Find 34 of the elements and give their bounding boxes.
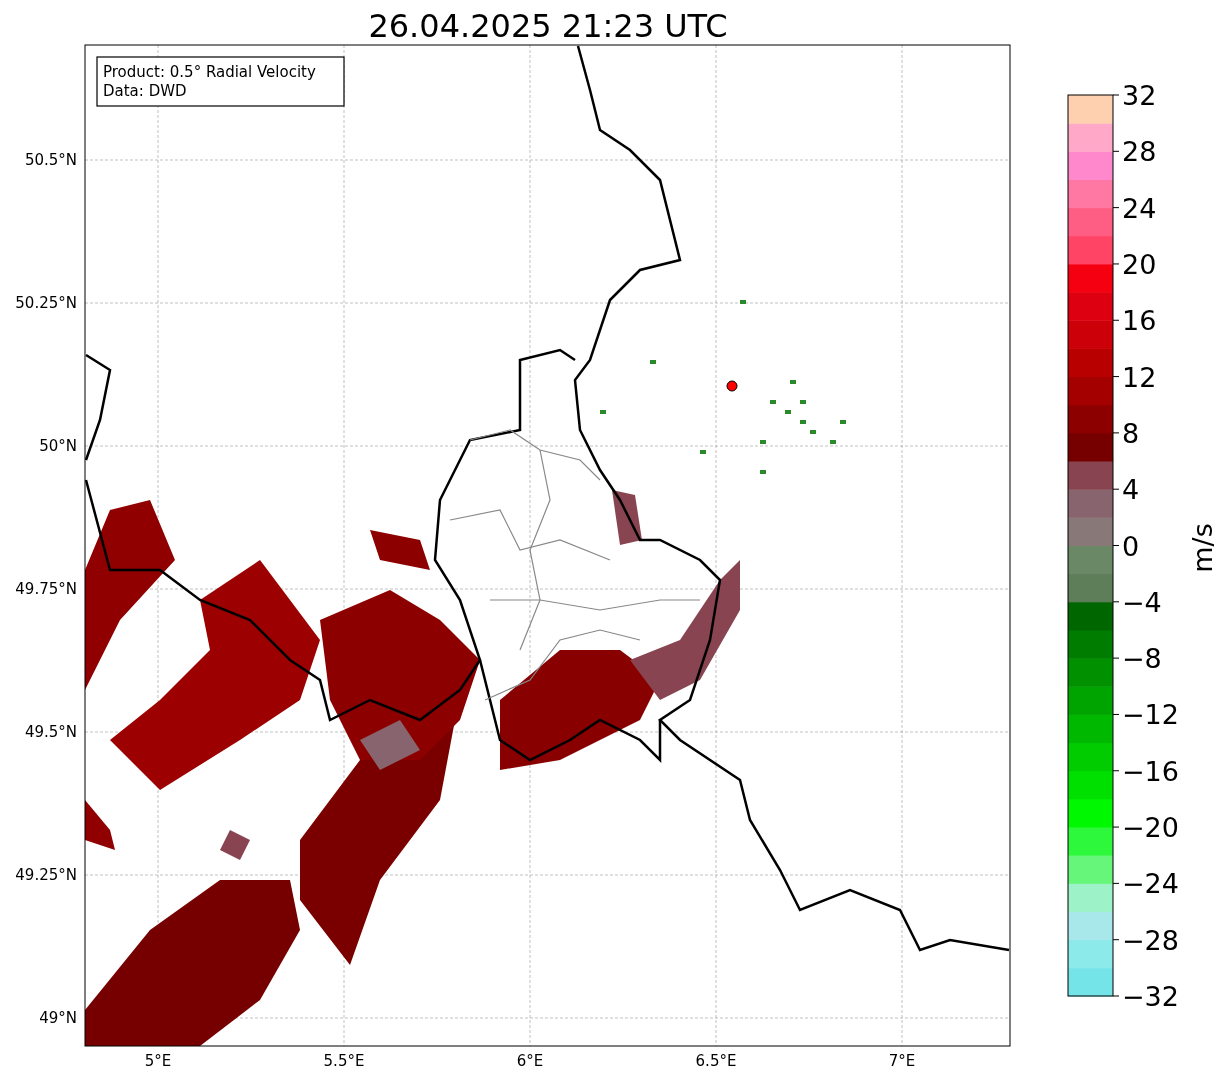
longitude-label: 7°E xyxy=(888,1052,916,1070)
latitude-label: 49.5°N xyxy=(24,723,77,741)
latitude-label: 50.25°N xyxy=(15,294,77,312)
colorbar-unit-label: m/s xyxy=(1187,523,1218,573)
colorbar-tick-label: −8 xyxy=(1122,643,1162,675)
colorbar-tick-label: 28 xyxy=(1122,136,1157,168)
colorbar-tick-label: −4 xyxy=(1122,586,1162,618)
colorbar-tick-label: −12 xyxy=(1122,699,1179,731)
colorbar-tick-label: 32 xyxy=(1122,80,1157,111)
legend-text: Data: DWD xyxy=(103,82,187,100)
colorbar-tick-label: −28 xyxy=(1122,924,1179,956)
colorbar-tick-label: −20 xyxy=(1122,812,1179,844)
colorbar-tick-label: −32 xyxy=(1122,981,1179,1012)
colorbar-tick-label: 16 xyxy=(1122,305,1157,337)
colorbar-tick-label: 20 xyxy=(1122,248,1157,280)
colorbar-tick-label: 0 xyxy=(1122,530,1140,562)
latitude-label: 50.5°N xyxy=(24,151,77,169)
latitude-label: 49°N xyxy=(39,1009,77,1027)
colorbar-tick-label: 24 xyxy=(1122,192,1157,224)
longitude-label: 5.5°E xyxy=(323,1052,365,1070)
legend-text: Product: 0.5° Radial Velocity xyxy=(103,63,316,81)
latitude-label: 49.25°N xyxy=(15,866,77,884)
longitude-label: 6°E xyxy=(516,1052,544,1070)
chart-title: 26.04.2025 21:23 UTC xyxy=(368,7,728,45)
colorbar-tick-label: 12 xyxy=(1122,361,1157,393)
latitude-label: 49.75°N xyxy=(15,580,77,598)
longitude-label: 5°E xyxy=(144,1052,172,1070)
colorbar-tick-label: 8 xyxy=(1122,417,1140,449)
radar-site-marker xyxy=(726,380,738,392)
colorbar-tick-label: 4 xyxy=(1122,474,1140,506)
colorbar-tick-label: −16 xyxy=(1122,755,1179,787)
colorbar-tick-label: −24 xyxy=(1122,868,1179,900)
latitude-label: 50°N xyxy=(39,437,77,455)
longitude-label: 6.5°E xyxy=(695,1052,737,1070)
